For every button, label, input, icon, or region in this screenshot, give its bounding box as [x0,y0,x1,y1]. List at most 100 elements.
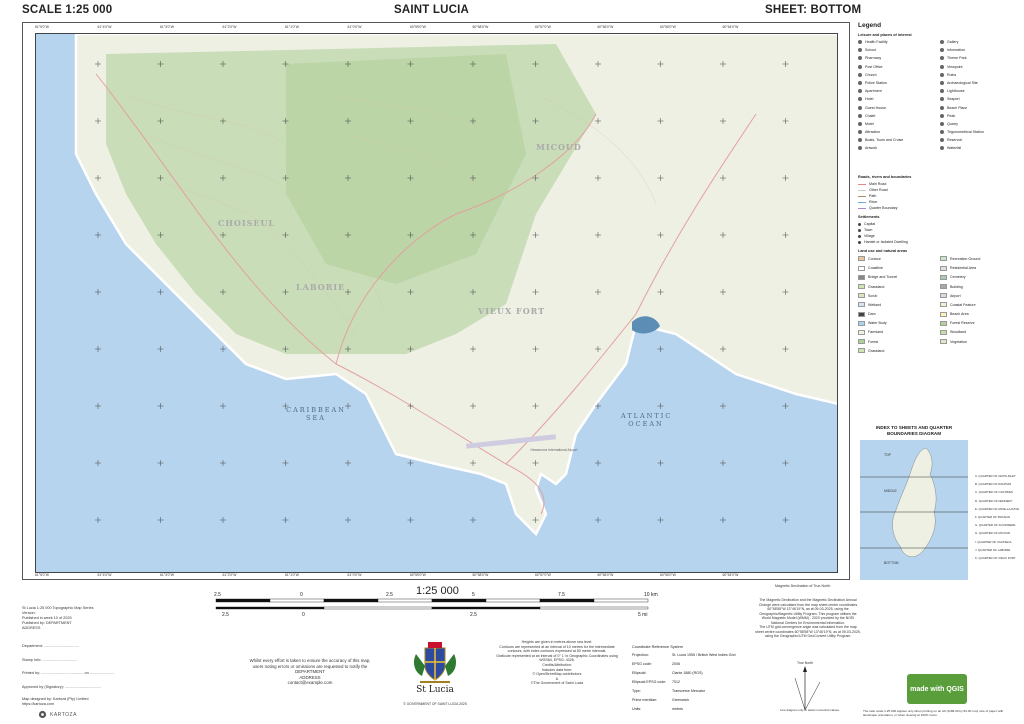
poi-symbol-icon [940,105,944,110]
text-line: Department: ............................… [22,644,79,648]
swatch [940,339,947,345]
poi-symbol-icon [858,72,862,77]
legend-item: Theme Park [940,55,1018,61]
swatch [940,274,947,280]
text-line: ADDRESS [22,626,41,630]
legend-item: Gallery [940,39,1018,45]
text-line: https://kartoza.com [22,702,55,706]
kartoza-icon [38,710,47,719]
legend-item: Artwork [858,145,936,151]
poi-symbol-icon [940,113,944,118]
scale-title: SCALE 1:25 000 [22,4,113,16]
legend-item: Viewpoint [940,64,1018,70]
poi-symbol-icon [858,121,862,126]
graticule-label: 61°4'0"W [97,25,112,29]
legend-landuse-item: Grassland [858,283,936,290]
graticule-label: 60°55'0"W [660,25,676,29]
series-info: St Lucia 1:25 000 Topographic Map Series… [22,606,93,631]
poi-symbol-icon [940,121,944,126]
diagram-note: Line diagram only to assist numerical va… [780,708,840,712]
settlement-dot-icon [858,240,861,244]
poi-symbol-icon [858,48,862,53]
legend-landuse-item: Contour [858,255,936,262]
coat-of-arms-icon [414,642,456,683]
poi-symbol-icon [940,64,944,69]
legend-landuse-item: Farmland [858,329,936,336]
legend-landuse-item: Vegetation [940,338,1018,345]
legend-landuse-item [940,347,1018,354]
km-tick-label: 0 [300,592,303,598]
crs-row: Units: metres [632,707,683,711]
swatch [940,265,947,271]
graticule-label: 60°57'0"W [535,573,551,577]
line-symbol-icon [858,183,866,186]
graticule-label: 60°56'0"W [597,573,614,577]
legend-landuse-item: Grassland [858,347,936,354]
bottom-graticule-labels: 61°5'0"W 61°4'0"W 61°3'0"W 61°2'0"W 61°1'0"W… [35,573,838,579]
true-north-label: True North [797,661,814,665]
place-micoud: MICOUD [536,142,582,152]
mi-tick-label: 0 [302,612,305,618]
index-diagram: INDEX TO SHEETS AND QUARTER BOUNDARIES D… [860,425,968,585]
crs-row: Ellipsoid: Clarke 1880 (RGS) [632,671,703,675]
designer-info: Map designed by: Kartoza (Pty) Limited ht… [22,697,88,707]
graticule-label: 61°3'0"W [160,25,174,29]
poi-symbol-icon [858,113,862,118]
legend-item: Police Station [858,80,936,86]
km-tick-label: 2.5 [214,592,221,598]
graticule-label: 60°54'0"W [722,573,739,577]
swatch [858,339,865,345]
swatch [858,311,865,317]
poi-heading: Leisure and places of interest [858,33,912,37]
poi-symbol-icon [858,146,862,151]
poi-symbol-icon [940,56,944,61]
qgis-badge: made with QGIS [907,674,967,704]
legend-item: Quarry [940,121,1018,127]
text-line: Contours are represented at an interval … [499,644,615,654]
legend-item: Reservoir [940,137,1018,143]
caribbean-sea-label: CARIBBEAN SEA [286,406,346,422]
map-canvas[interactable]: MICOUD CHOISEUL LABORIE VIEUX FORT CARIB… [35,33,838,573]
place-vieux-fort: VIEUX FORT [478,306,546,316]
legend-landuse-item: Bridge and Tunnel [858,274,936,281]
index-map: TOP MIDDLE BOTTOM [860,440,968,580]
copyright: © GOVERNMENT OF SAINT LUCIA 2025 [403,702,467,706]
declination-caption: Magnetic Declination of True North [775,584,831,588]
text-line: ©The Government of Saint Lucia [530,681,584,686]
quarter-item: H. QUARTER OF MICOUD [975,531,1011,536]
legend-item: Ruins [940,72,1018,78]
crs-row: Type: Transverse Mercator [632,689,706,693]
landuse-heading: Land use and natural areas [858,249,908,254]
settlement-dot-icon [858,234,861,238]
top-graticule-labels: 61°5'0"W 61°4'0"W 61°3'0"W 61°2'0"W 61°1'0"W… [35,25,838,31]
mi-tick-label: 2.5 [222,612,229,618]
coat-name: St Lucia [416,685,454,695]
legend-landuse-item: Building [940,283,1018,290]
quarter-item: A. QUARTER OF GROS-ISLET [975,474,1016,478]
swatch [858,274,865,280]
poi-symbol-icon [940,89,944,94]
legend-landuse-item: Water Body [858,320,936,327]
line-symbol-icon [858,189,866,192]
graticule-label: 61°5'0"W [35,573,49,577]
poi-symbol-icon [858,80,862,85]
crs-row: Ellipsoid EPSG code: 7012 [632,680,680,684]
graticule-label: 60°59'0"W [410,573,426,577]
swatch [858,320,865,326]
legend-item: School [858,47,936,53]
map-frame: 61°5'0"W 61°4'0"W 61°3'0"W 61°2'0"W 61°1'0"W… [22,22,850,580]
graticule-label: 60°58'0"W [472,573,489,577]
poi-symbol-icon [858,89,862,94]
legend-item: Archaeological Site [940,80,1018,86]
legend-title: Legend [858,22,882,29]
poi-symbol-icon [940,146,944,151]
place-choiseul: CHOISEUL [218,218,276,228]
graticule-label: 61°1'0"W [285,25,299,29]
quarter-item: F. QUARTER OF PRASLIN [975,514,1011,519]
quarter-item: I. QUARTER OF CHOISEUL [975,539,1012,544]
graticule-label: 60°56'0"W [597,25,614,29]
legend-landuse-item: Forest Reserve [940,320,1018,327]
km-tick-label: 5 [472,592,475,598]
graticule-label: 60°54'0"W [722,25,739,29]
swatch [858,293,865,299]
